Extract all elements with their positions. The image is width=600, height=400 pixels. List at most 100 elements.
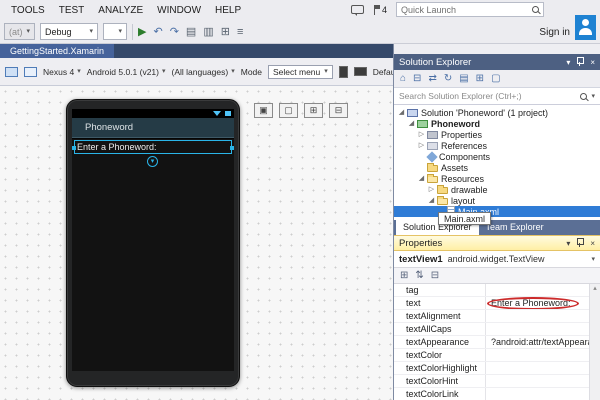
collapsed-expander-icon[interactable]: ▷ [417,129,426,140]
property-name[interactable]: textColorLink [394,388,486,400]
property-name[interactable]: textColorHint [394,375,486,387]
collapse-all-icon[interactable]: ⊟ [413,73,421,84]
property-value[interactable] [486,323,589,335]
property-name[interactable]: textAlignment [394,310,486,322]
property-value[interactable] [486,310,589,322]
property-value[interactable] [486,375,589,387]
selected-object-row[interactable]: textView1 android.widget.TextView ▾ [394,251,600,268]
expanded-expander-icon[interactable]: ◢ [397,107,406,118]
tree-item-resources[interactable]: ◢Resources [394,173,600,184]
open-file-icon[interactable]: ▥ [203,25,213,38]
feedback-icon[interactable] [351,5,364,14]
redo-icon[interactable]: ↷ [170,25,179,38]
property-name[interactable]: textAppearance [394,336,486,348]
menu-item-analyze[interactable]: ANALYZE [91,5,150,16]
property-pages-icon[interactable]: ⊟ [431,270,439,281]
screen-size-icon[interactable] [24,67,37,77]
menu-item-help[interactable]: HELP [208,5,248,16]
tree-item-main-axml[interactable]: Main.axml [394,206,600,217]
menu-item-test[interactable]: TEST [52,5,92,16]
tree-item-label: Components [439,152,490,162]
property-name[interactable]: textColorHighlight [394,362,486,374]
fit-to-window-icon[interactable]: ▢ [279,103,298,118]
property-name[interactable]: tag [394,284,486,296]
configuration-combo[interactable]: Debug ▾ [40,23,98,40]
designer-canvas[interactable]: ▣▢⊞⊟ Phoneword Enter a Phoneword: [0,86,393,400]
tree-item-assets[interactable]: Assets [394,162,600,173]
alphabetical-icon[interactable]: ⇅ [415,270,423,281]
property-value[interactable] [486,349,589,361]
vertical-scrollbar[interactable]: ▴ [589,284,600,400]
pin-icon[interactable] [576,57,584,67]
property-value[interactable] [486,388,589,400]
device-screen[interactable]: Phoneword Enter a Phoneword: ▾ [72,109,234,371]
show-all-files-icon[interactable]: ▤ [459,73,468,84]
expand-adorner-icon[interactable]: ▾ [147,156,158,167]
android-version-selector[interactable]: Android 5.0.1 (v21) ▾ [87,67,166,77]
window-position-icon[interactable]: ▾ [566,239,570,248]
property-name[interactable]: textColor [394,349,486,361]
preview-icon[interactable]: ▢ [491,73,500,84]
collapsed-expander-icon[interactable]: ▷ [417,140,426,151]
menu-item-window[interactable]: WINDOW [150,5,208,16]
tree-item-references[interactable]: ▷References [394,140,600,151]
device-selector[interactable]: Nexus 4 ▾ [43,67,81,77]
expanded-expander-icon[interactable]: ◢ [427,195,436,206]
landscape-icon[interactable] [354,67,367,76]
window-layout-icon[interactable]: ≡ [237,26,243,38]
tree-item-components[interactable]: Components [394,151,600,162]
property-value[interactable] [486,284,589,296]
device-config-icon[interactable] [5,67,18,77]
property-row-textappearance: textAppearance?android:attr/textAppeara [394,336,589,349]
solution-search-box[interactable]: Search Solution Explorer (Ctrl+;) ▾ [394,88,600,105]
portrait-icon[interactable] [339,66,348,78]
device-frame-icon[interactable]: ▣ [254,103,273,118]
pin-icon[interactable] [576,238,584,248]
theme-selector[interactable]: Default Theme ▾ [373,67,393,77]
quick-launch-box[interactable]: Quick Launch [396,2,544,17]
scroll-up-icon[interactable]: ▴ [590,284,600,293]
property-value[interactable]: Enter a Phoneword: [486,297,589,309]
home-icon[interactable]: ⌂ [400,73,406,84]
platform-combo[interactable]: ▾ [103,23,127,40]
tree-item-label: Solution 'Phoneword' (1 project) [421,108,548,118]
tree-item-phoneword[interactable]: ◢Phoneword [394,118,600,129]
refresh-icon[interactable]: ↻ [444,73,452,84]
property-value[interactable] [486,362,589,374]
save-icon[interactable]: ⊞ [221,25,230,38]
selected-textview[interactable]: Enter a Phoneword: [74,140,232,154]
properties-icon[interactable]: ⊞ [476,73,484,84]
layout-body[interactable]: Enter a Phoneword: ▾ [72,139,234,371]
tree-item-solution-phoneword-1-project[interactable]: ◢ Solution 'Phoneword' (1 project) [394,107,600,118]
property-value[interactable]: ?android:attr/textAppeara [486,336,589,348]
expanded-expander-icon[interactable]: ◢ [417,173,426,184]
property-name[interactable]: textAllCaps [394,323,486,335]
tree-item-layout[interactable]: ◢layout [394,195,600,206]
new-file-icon[interactable]: ▤ [186,25,196,38]
expanded-expander-icon[interactable]: ◢ [407,118,416,129]
user-account-icon[interactable] [575,15,596,40]
menu-item-tools[interactable]: TOOLS [4,5,52,16]
sign-in-link[interactable]: Sign in [539,27,570,38]
collapsed-expander-icon[interactable]: ▷ [427,184,436,195]
zoom-in-icon[interactable]: ⊞ [304,103,323,118]
close-icon[interactable]: × [590,239,595,248]
close-icon[interactable]: × [590,58,595,67]
language-selector[interactable]: (All languages) ▾ [172,67,235,77]
undo-icon[interactable]: ↶ [153,25,162,38]
property-grid-wrap: tagtextEnter a Phoneword:textAlignmentte… [394,284,600,400]
window-position-icon[interactable]: ▾ [566,58,570,67]
menu-selector[interactable]: Select menu ▾ [268,65,333,79]
tree-item-drawable[interactable]: ▷drawable [394,184,600,195]
categorized-icon[interactable]: ⊞ [400,270,408,281]
resize-handle-right[interactable] [230,146,234,150]
notifications-flag[interactable]: 4 [373,5,387,15]
zoom-out-icon[interactable]: ⊟ [329,103,348,118]
context-combo[interactable]: (at) ▾ [4,23,35,40]
resize-handle-left[interactable] [72,146,76,150]
tree-item-properties[interactable]: ▷Properties [394,129,600,140]
document-tab[interactable]: GettingStarted.Xamarin [0,44,114,58]
property-name[interactable]: text [394,297,486,309]
sync-with-active-document-icon[interactable]: ⇄ [428,73,436,84]
start-debug-icon[interactable]: ▶ [138,25,146,38]
